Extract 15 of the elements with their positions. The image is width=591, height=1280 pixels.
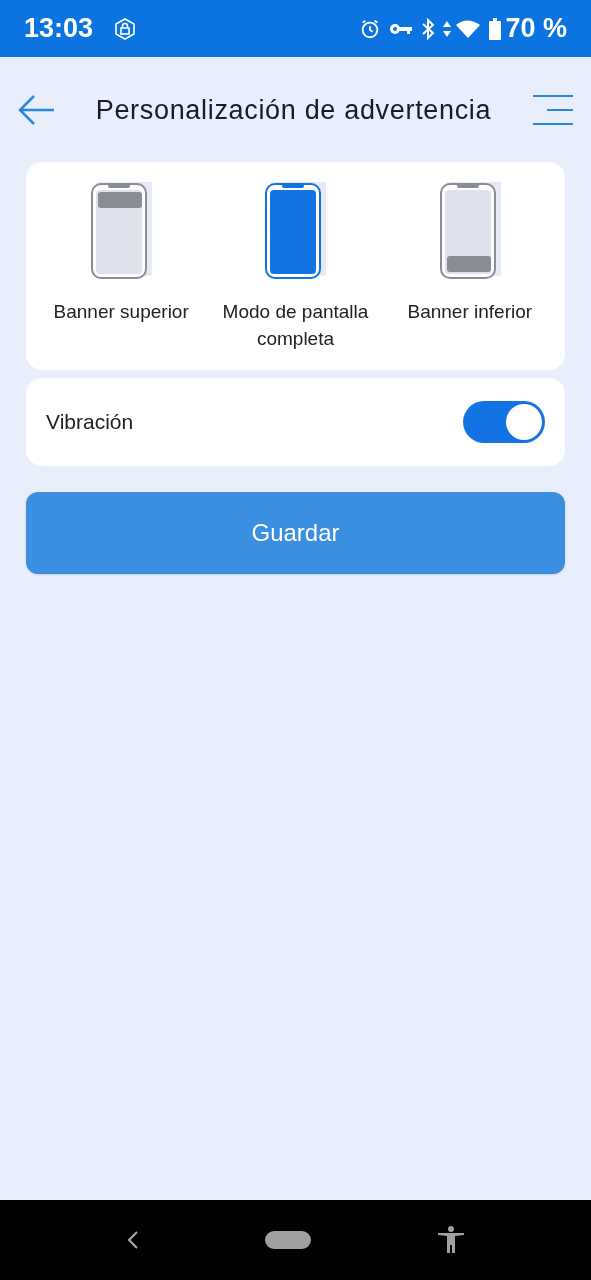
mode-option[interactable]: Banner superior [34, 182, 209, 370]
back-nav-icon[interactable] [127, 1230, 140, 1250]
vibration-label: Vibración [46, 409, 135, 436]
clock: 13:03 [24, 12, 94, 46]
mode-option[interactable]: Modo de pantalla completa [208, 182, 383, 370]
page-title: Personalización de advertencia [94, 93, 493, 127]
vibration-switch[interactable] [463, 401, 545, 443]
battery-percent: 70 % [505, 12, 567, 46]
home-nav-icon[interactable] [265, 1231, 312, 1249]
wifi-icon [455, 18, 482, 39]
battery-icon [489, 17, 502, 40]
lock-icon [113, 16, 138, 41]
bluetooth-icon [421, 17, 436, 40]
accessibility-icon[interactable] [437, 1226, 464, 1254]
mode-option[interactable]: Banner inferior [382, 182, 557, 370]
